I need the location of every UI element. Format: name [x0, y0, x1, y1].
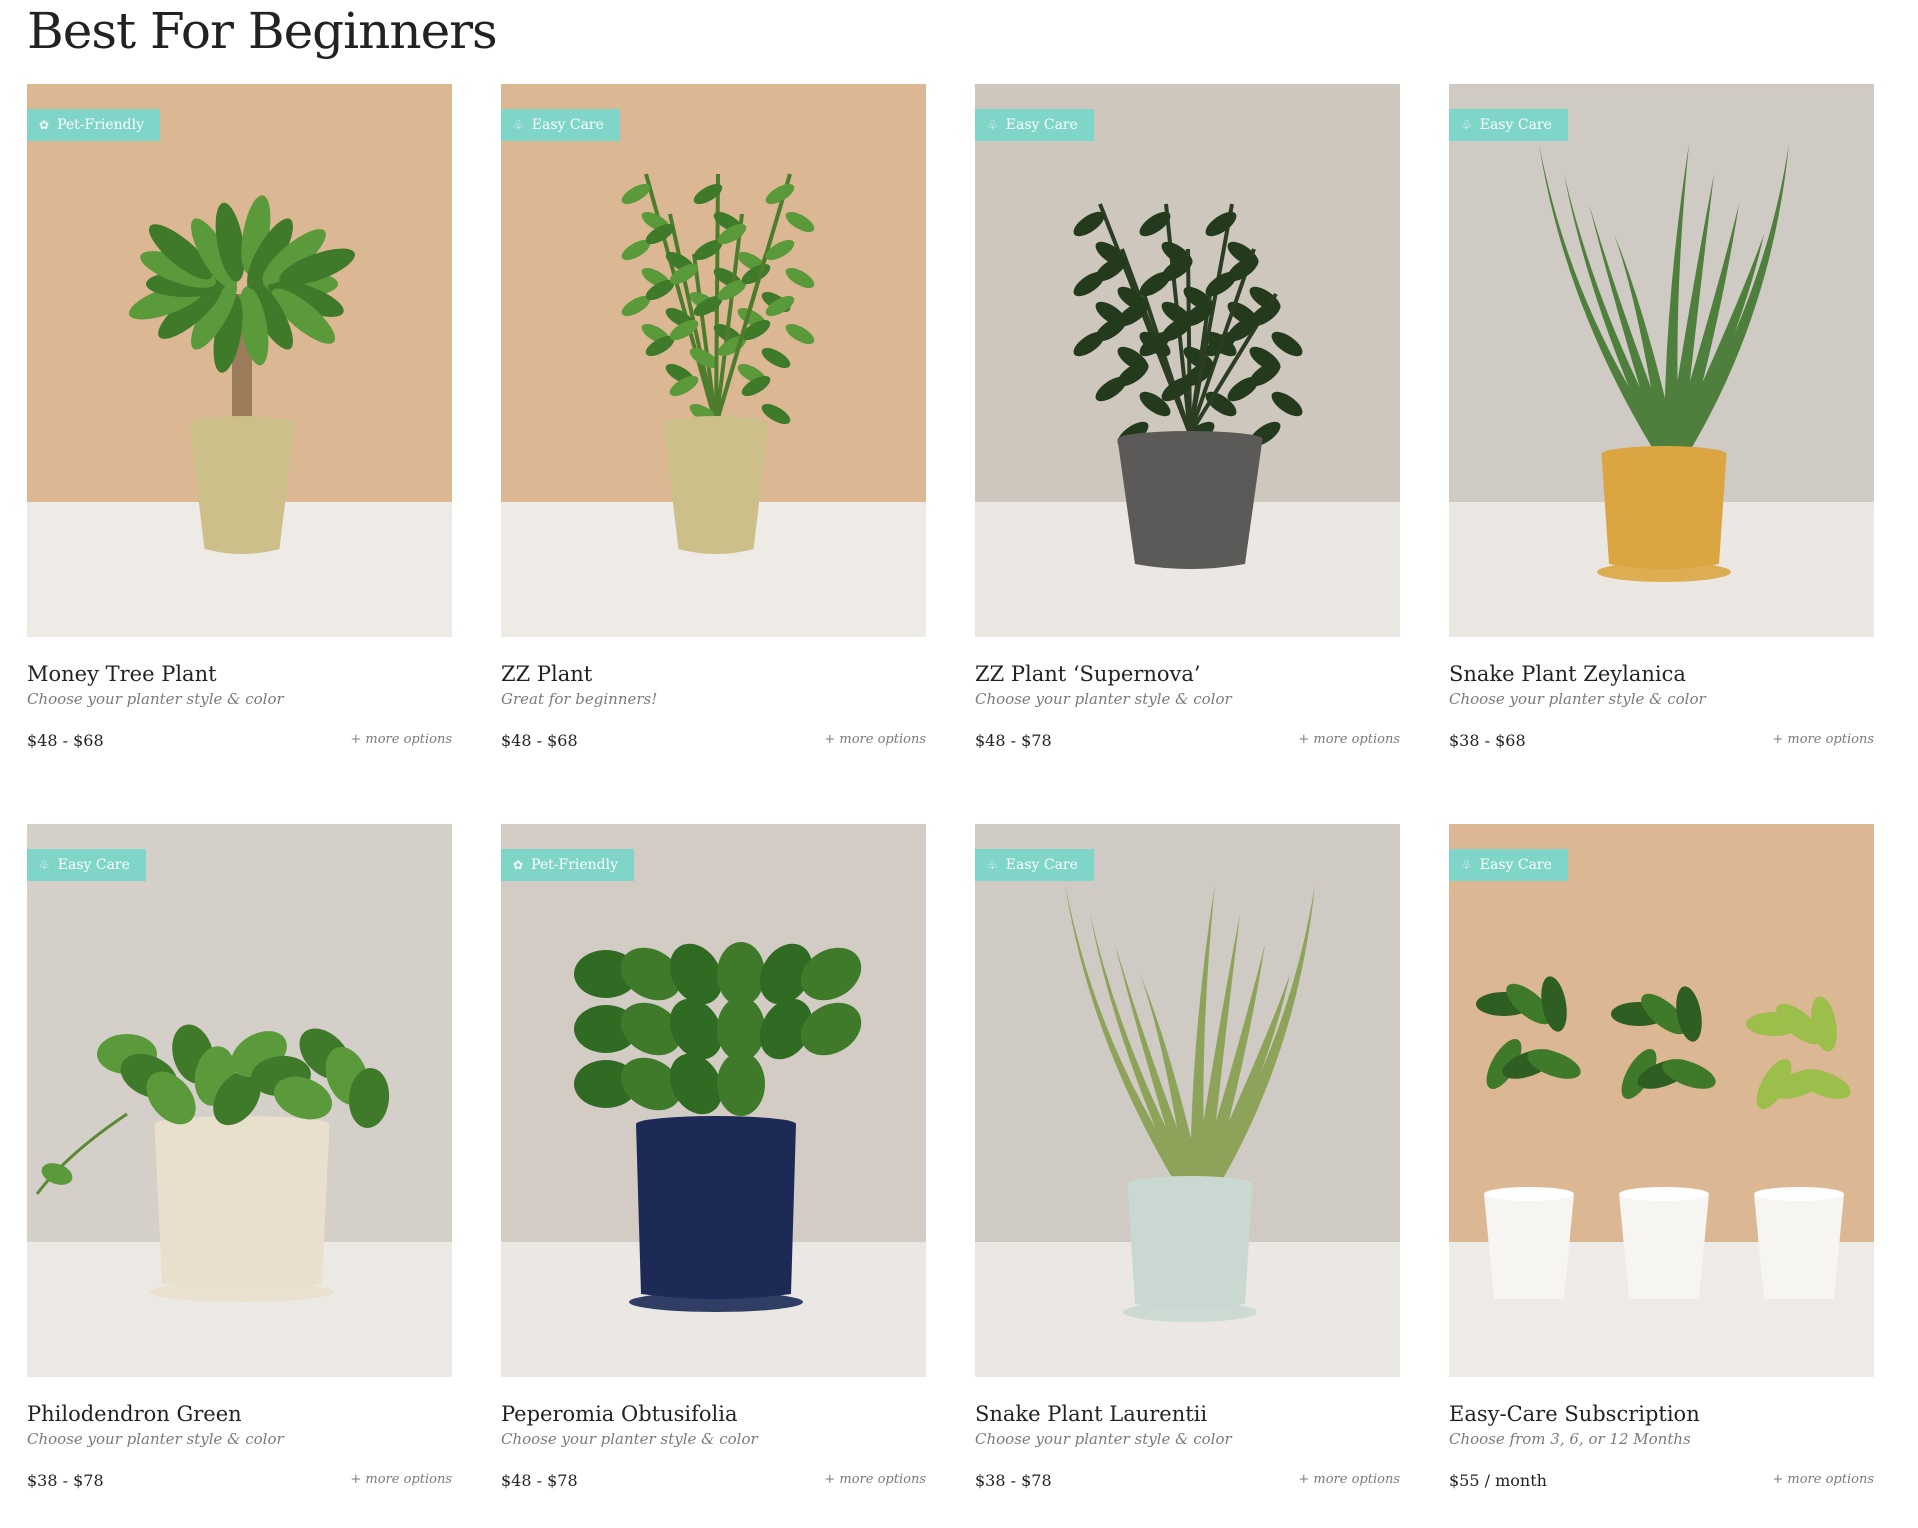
- product-badge-label: Easy Care: [57, 857, 130, 873]
- product-card[interactable]: ♧ Easy Care ZZ Plant Great for beginners…: [501, 84, 926, 824]
- product-image[interactable]: [501, 824, 926, 1377]
- paw-icon: ✿: [39, 118, 50, 132]
- product-price: $55 / month: [1449, 1471, 1547, 1490]
- product-price: $48 - $78: [501, 1471, 578, 1490]
- section-title: Best For Beginners: [27, 2, 498, 60]
- product-image[interactable]: [1449, 824, 1874, 1377]
- product-card[interactable]: ♧ Easy Care Philodendron Green Choose yo…: [27, 824, 452, 1528]
- more-options-link[interactable]: + more options: [350, 732, 452, 747]
- product-subtitle: Choose your planter style & color: [27, 1430, 284, 1448]
- thumbs-up-icon: ♧: [513, 118, 524, 132]
- product-badge-label: Easy Care: [531, 117, 604, 133]
- more-options-link[interactable]: + more options: [350, 1472, 452, 1487]
- thumbs-up-icon: ♧: [1461, 118, 1472, 132]
- product-subtitle: Choose from 3, 6, or 12 Months: [1449, 1430, 1691, 1448]
- more-options-link[interactable]: + more options: [824, 732, 926, 747]
- product-badge: ♧ Easy Care: [501, 109, 620, 141]
- product-price: $38 - $78: [27, 1471, 104, 1490]
- product-card[interactable]: ✿ Pet-Friendly Peperomia Obtusifolia Cho…: [501, 824, 926, 1528]
- product-image[interactable]: [27, 84, 452, 637]
- product-name[interactable]: Snake Plant Laurentii: [975, 1402, 1207, 1426]
- product-badge: ♧ Easy Care: [1449, 849, 1568, 881]
- product-badge-label: Easy Care: [1005, 857, 1078, 873]
- more-options-link[interactable]: + more options: [1772, 1472, 1874, 1487]
- paw-icon: ✿: [513, 858, 524, 872]
- product-name[interactable]: Money Tree Plant: [27, 662, 217, 686]
- product-badge-label: Easy Care: [1005, 117, 1078, 133]
- product-price: $48 - $78: [975, 731, 1052, 750]
- product-badge-label: Easy Care: [1479, 857, 1552, 873]
- product-badge-label: Pet-Friendly: [57, 117, 145, 133]
- product-image[interactable]: [975, 84, 1400, 637]
- product-image[interactable]: [1449, 84, 1874, 637]
- thumbs-up-icon: ♧: [987, 118, 998, 132]
- product-subtitle: Choose your planter style & color: [27, 690, 284, 708]
- product-badge-label: Pet-Friendly: [531, 857, 619, 873]
- product-price: $38 - $78: [975, 1471, 1052, 1490]
- product-subtitle: Choose your planter style & color: [975, 1430, 1232, 1448]
- more-options-link[interactable]: + more options: [1298, 1472, 1400, 1487]
- product-badge: ♧ Easy Care: [27, 849, 146, 881]
- product-name[interactable]: Easy-Care Subscription: [1449, 1402, 1700, 1426]
- product-subtitle: Great for beginners!: [501, 690, 658, 708]
- product-name[interactable]: ZZ Plant ‘Supernova’: [975, 662, 1201, 686]
- more-options-link[interactable]: + more options: [1772, 732, 1874, 747]
- product-badge: ♧ Easy Care: [975, 849, 1094, 881]
- product-image[interactable]: [975, 824, 1400, 1377]
- product-price: $48 - $68: [27, 731, 104, 750]
- thumbs-up-icon: ♧: [1461, 858, 1472, 872]
- product-name[interactable]: Snake Plant Zeylanica: [1449, 662, 1686, 686]
- product-price: $38 - $68: [1449, 731, 1526, 750]
- product-card[interactable]: ♧ Easy Care Snake Plant Laurentii Choose…: [975, 824, 1400, 1528]
- product-badge: ✿ Pet-Friendly: [27, 109, 161, 141]
- product-badge: ♧ Easy Care: [975, 109, 1094, 141]
- product-price: $48 - $68: [501, 731, 578, 750]
- product-subtitle: Choose your planter style & color: [501, 1430, 758, 1448]
- more-options-link[interactable]: + more options: [824, 1472, 926, 1487]
- product-name[interactable]: Philodendron Green: [27, 1402, 242, 1426]
- product-badge-label: Easy Care: [1479, 117, 1552, 133]
- product-name[interactable]: ZZ Plant: [501, 662, 592, 686]
- product-badge: ✿ Pet-Friendly: [501, 849, 635, 881]
- thumbs-up-icon: ♧: [39, 858, 50, 872]
- product-image[interactable]: [501, 84, 926, 637]
- product-subtitle: Choose your planter style & color: [1449, 690, 1706, 708]
- thumbs-up-icon: ♧: [987, 858, 998, 872]
- product-image[interactable]: [27, 824, 452, 1377]
- product-badge: ♧ Easy Care: [1449, 109, 1568, 141]
- more-options-link[interactable]: + more options: [1298, 732, 1400, 747]
- product-card[interactable]: ♧ Easy Care Easy-Care Subscription Choos…: [1449, 824, 1874, 1528]
- product-card[interactable]: ✿ Pet-Friendly Money Tree Plant Choose y…: [27, 84, 452, 824]
- product-name[interactable]: Peperomia Obtusifolia: [501, 1402, 737, 1426]
- product-card[interactable]: ♧ Easy Care ZZ Plant ‘Supernova’ Choose …: [975, 84, 1400, 824]
- product-subtitle: Choose your planter style & color: [975, 690, 1232, 708]
- product-card[interactable]: ♧ Easy Care Snake Plant Zeylanica Choose…: [1449, 84, 1874, 824]
- product-grid: ✿ Pet-Friendly Money Tree Plant Choose y…: [27, 84, 1874, 1528]
